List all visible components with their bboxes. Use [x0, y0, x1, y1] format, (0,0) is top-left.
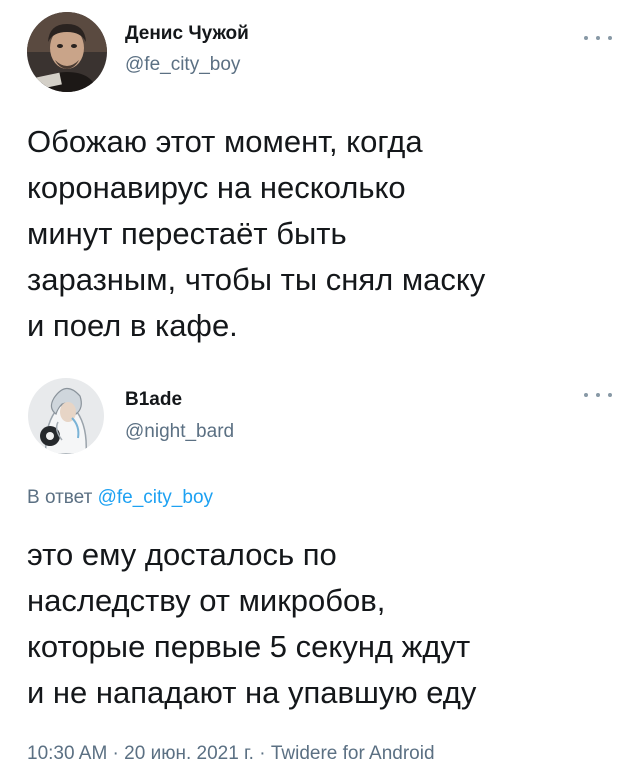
tweet-time[interactable]: 10:30 AM — [27, 743, 107, 764]
reply-prefix: В ответ — [27, 487, 93, 508]
more-dot-icon — [596, 36, 600, 40]
meta-separator: · — [253, 743, 271, 764]
reply-mention-link[interactable]: @fe_city_boy — [98, 487, 213, 508]
user-avatar-photo-icon — [27, 12, 107, 92]
display-name[interactable]: B1ade — [125, 389, 182, 411]
more-options-button[interactable] — [584, 31, 612, 45]
tweet-text: Обожаю этот момент, когда коронавирус на… — [27, 124, 486, 343]
more-dot-icon — [608, 36, 612, 40]
more-options-button[interactable] — [584, 388, 612, 402]
user-handle[interactable]: @fe_city_boy — [125, 54, 240, 76]
more-dot-icon — [584, 36, 588, 40]
avatar[interactable] — [27, 12, 107, 92]
more-dot-icon — [584, 393, 588, 397]
more-dot-icon — [596, 393, 600, 397]
reply-context: В ответ @fe_city_boy — [27, 487, 213, 509]
tweet-date[interactable]: 20 июн. 2021 г. — [124, 743, 254, 764]
display-name[interactable]: Денис Чужой — [125, 23, 249, 45]
user-handle[interactable]: @night_bard — [125, 421, 234, 443]
tweet-client[interactable]: Twidere for Android — [271, 743, 435, 764]
user-avatar-illustration-icon — [28, 378, 104, 454]
more-dot-icon — [608, 393, 612, 397]
avatar[interactable] — [28, 378, 104, 454]
tweet-metadata: 10:30 AM · 20 июн. 2021 г. · Twidere for… — [27, 743, 435, 765]
meta-separator: · — [107, 743, 125, 764]
tweet-text: это ему досталось по наследству от микро… — [27, 537, 477, 710]
